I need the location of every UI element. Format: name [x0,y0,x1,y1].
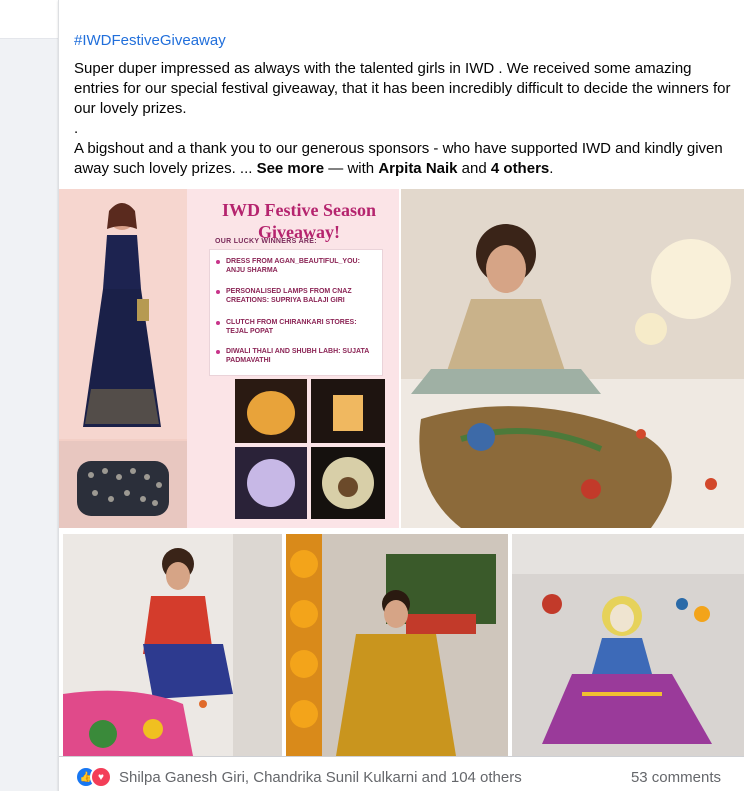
giveaway-title-line-1: IWD Festive Season [222,200,376,220]
winners-list: DRESS FROM AGAN_BEAUTIFUL_YOU: ANJU SHAR… [209,249,383,376]
love-icon: ♥ [90,766,112,788]
bullet-icon [216,260,220,264]
winner-item: PERSONALISED LAMPS FROM CNAZ CREATIONS: … [226,288,352,304]
hashtag-link[interactable]: #IWDFestiveGiveaway [74,32,226,50]
winner-item: DIWALI THALI AND SHUBH LABH: SUJATA PADM… [226,348,370,364]
photo-giveaway-collage[interactable]: IWD Festive Season Giveaway! OUR LUCKY W… [59,189,399,528]
winner-item: DRESS FROM AGAN_BEAUTIFUL_YOU: ANJU SHAR… [226,258,360,274]
photo-rangoli-4[interactable] [512,534,744,756]
dress-photo [59,189,187,439]
photo-rangoli-3[interactable] [286,534,508,756]
period-text: . [549,160,554,177]
bullet-icon [216,321,220,325]
photo-rangoli-1[interactable] [401,189,744,528]
winners-heading: OUR LUCKY WINNERS ARE: [215,238,317,245]
and-text: and [457,160,491,177]
tagged-person-link[interactable]: Arpita Naik [378,160,457,177]
post-card: #IWDFestiveGiveaway Super duper impresse… [58,0,744,791]
winner-item: CLUTCH FROM CHIRANKARI STORES: TEJAL POP… [226,319,357,335]
with-text: — with [324,160,379,177]
post-dot: . [74,120,79,137]
post-footer: 👍 ♥ Shilpa Ganesh Giri, Chandrika Sunil … [59,756,744,791]
dress-illustration [83,203,161,427]
reactors-link[interactable]: Shilpa Ganesh Giri, Chandrika Sunil Kulk… [119,769,522,786]
marigold-photo-illustration [286,534,508,756]
saree-photo-illustration [63,534,282,756]
dancer-rangoli-illustration [512,534,744,756]
giveaway-title: IWD Festive Season Giveaway! [209,199,389,243]
post-paragraph-2: A bigshout and a thank you to our genero… [74,139,734,179]
rangoli-photo-illustration [401,189,744,528]
clutch-photo [59,441,187,528]
bullet-icon [216,290,220,294]
others-link[interactable]: 4 others [491,160,549,177]
post-paragraph-1: Super duper impressed as always with the… [74,60,731,117]
bullet-icon [216,350,220,354]
see-more-link[interactable]: See more [257,160,325,177]
reaction-icons[interactable]: 👍 ♥ [75,766,115,788]
post-text: Super duper impressed as always with the… [74,59,734,179]
photo-rangoli-2[interactable] [63,534,282,756]
comments-count-link[interactable]: 53 comments [631,769,721,786]
lamps-collage [235,379,385,519]
clutch-illustration [77,461,169,516]
